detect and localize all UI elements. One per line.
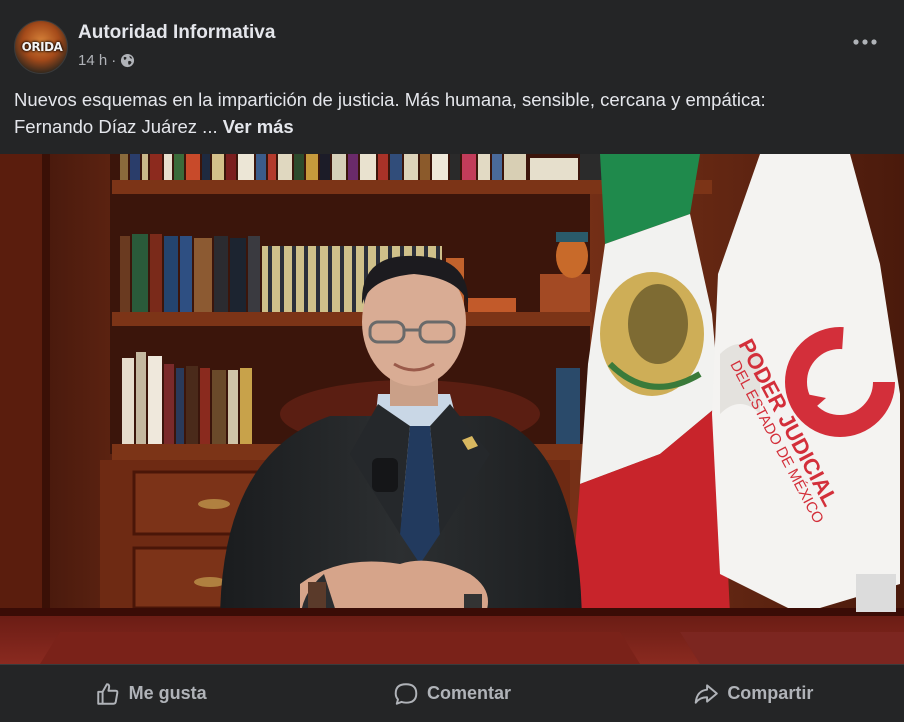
feed-post: ORIDA Autoridad Informativa 14 h · Nuevo…	[0, 0, 904, 722]
share-label: Compartir	[727, 683, 814, 703]
share-button[interactable]: Compartir	[603, 672, 904, 716]
post-image[interactable]: PODER JUDICIAL DEL ESTADO DE MÉXICO	[0, 154, 904, 664]
desk-edge	[0, 608, 904, 616]
post-photo-illustration: PODER JUDICIAL DEL ESTADO DE MÉXICO	[0, 154, 904, 664]
thumbs-up-icon	[96, 682, 119, 705]
left-pilaster	[0, 154, 42, 624]
post-text-line-1: Nuevos esquemas en la impartición de jus…	[14, 89, 766, 110]
author-name[interactable]: Autoridad Informativa	[78, 22, 275, 44]
shelf-middle	[112, 312, 592, 326]
post-text-line-2: Fernando Díaz Juárez ... Ver más	[14, 113, 884, 140]
comment-label: Comentar	[426, 683, 511, 703]
desk-inlay	[40, 632, 640, 664]
meta-separator: ·	[111, 52, 117, 69]
drawer-1-handle	[198, 499, 230, 509]
post-text-ellipsis: ...	[197, 116, 223, 137]
like-button[interactable]: Me gusta	[0, 672, 301, 716]
post-header: ORIDA Autoridad Informativa 14 h ·	[14, 18, 890, 76]
post-text-name: Fernando Díaz Juárez	[14, 116, 198, 137]
avatar[interactable]: ORIDA	[14, 20, 68, 74]
post-actions: Me gusta Comentar Compartir	[0, 664, 904, 722]
comment-icon	[394, 682, 418, 705]
desk-inlay-right	[680, 632, 904, 664]
avatar-logo-text: ORIDA	[21, 40, 63, 54]
comment-button[interactable]: Comentar	[301, 672, 602, 716]
see-more-link[interactable]: Ver más	[223, 116, 294, 137]
more-options-icon[interactable]	[850, 32, 880, 52]
left-pilaster-edge	[42, 154, 50, 624]
post-text: Nuevos esquemas en la impartición de jus…	[14, 86, 884, 140]
like-label: Me gusta	[128, 683, 207, 703]
globe-icon[interactable]	[120, 53, 135, 68]
drawer-2-handle	[194, 577, 226, 587]
post-meta: 14 h ·	[78, 52, 135, 69]
post-time[interactable]: 14 h	[78, 52, 107, 69]
share-icon	[695, 683, 719, 704]
desk-item	[856, 574, 896, 612]
